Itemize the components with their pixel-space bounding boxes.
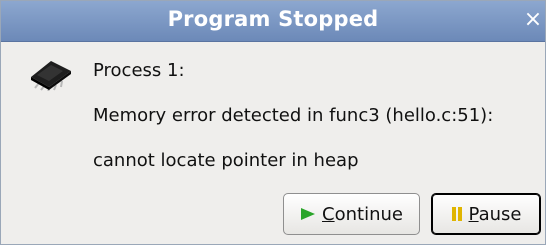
continue-button[interactable]: Continue: [283, 193, 420, 235]
title-bar[interactable]: Program Stopped ×: [1, 1, 545, 42]
continue-label: Continue: [322, 203, 403, 225]
pause-icon: [451, 206, 463, 222]
program-stopped-dialog: Program Stopped × Process 1: Memory erro…: [0, 0, 546, 245]
process-label: Process 1:: [93, 60, 185, 81]
chip-icon: [31, 61, 71, 91]
close-icon[interactable]: ×: [523, 7, 543, 33]
pause-label: Pause: [468, 203, 522, 225]
window-title: Program Stopped: [167, 7, 379, 31]
error-detail: cannot locate pointer in heap: [93, 150, 359, 171]
pause-button[interactable]: Pause: [431, 193, 541, 235]
error-message: Memory error detected in func3 (hello.c:…: [93, 105, 494, 126]
play-icon: [300, 207, 316, 221]
